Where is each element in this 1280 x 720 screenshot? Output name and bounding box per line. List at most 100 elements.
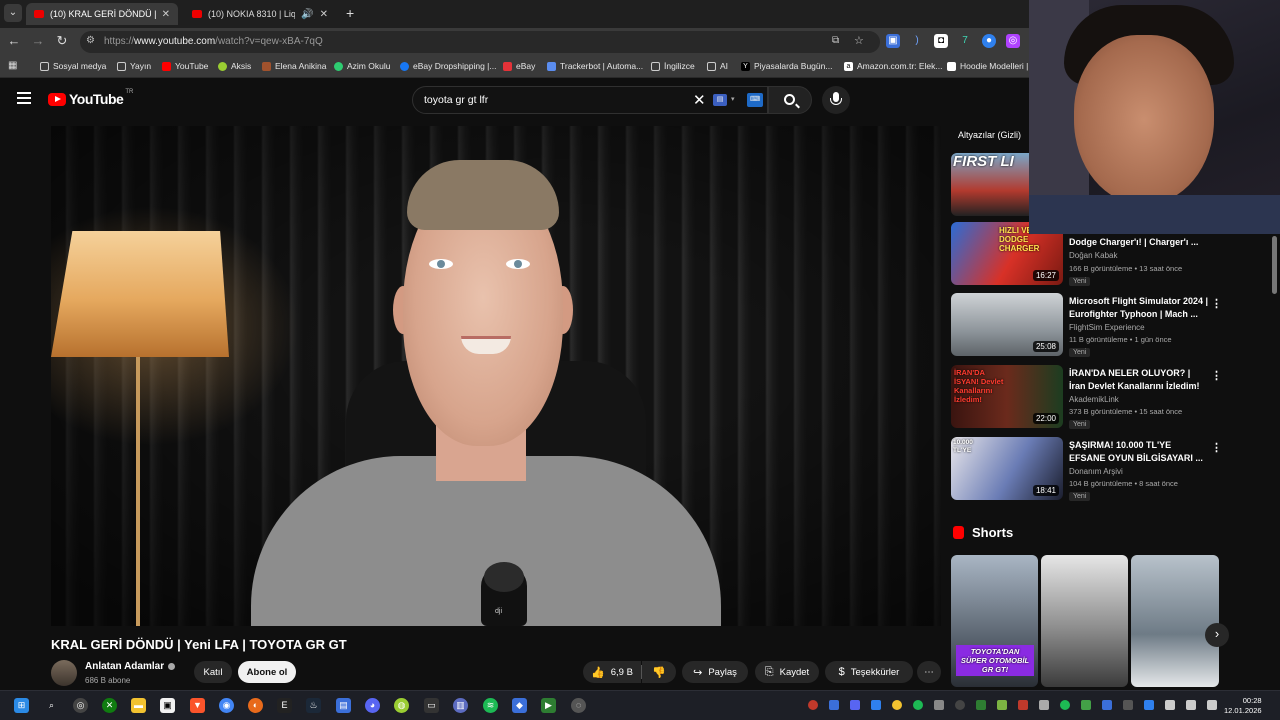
- tray-icon[interactable]: [850, 700, 860, 710]
- channel-name[interactable]: Donanım Arşivi: [1069, 467, 1123, 476]
- reload-button[interactable]: ↻: [53, 33, 71, 49]
- app-icon[interactable]: ▭: [424, 698, 439, 713]
- tray-icon[interactable]: [1018, 700, 1028, 710]
- video-title[interactable]: İRAN'DA NELER OLUYOR? | İran Devlet Kana…: [1069, 367, 1209, 392]
- battery-icon[interactable]: [1207, 700, 1217, 710]
- bookmark-item[interactable]: Aksis: [218, 61, 251, 71]
- video-title[interactable]: Microsoft Flight Simulator 2024 | Eurofi…: [1069, 295, 1209, 320]
- close-tab-icon[interactable]: ✕: [320, 9, 328, 20]
- bookmark-item[interactable]: Hoodie Modelleri |: [947, 61, 1028, 71]
- tray-icon[interactable]: [829, 700, 839, 710]
- video-title[interactable]: ŞAŞIRMA! 10.000 TL'YE EFSANE OYUN BİLGİS…: [1069, 439, 1209, 464]
- extension-icon[interactable]: ): [910, 34, 924, 48]
- spotify-icon[interactable]: ≋: [483, 698, 498, 713]
- app-icon[interactable]: ◐: [248, 698, 263, 713]
- tray-icon[interactable]: [934, 700, 944, 710]
- tray-icon[interactable]: [1102, 700, 1112, 710]
- more-vert-icon[interactable]: ⋮: [1211, 441, 1222, 454]
- tray-icon[interactable]: [997, 700, 1007, 710]
- extension-icon[interactable]: ●: [982, 34, 996, 48]
- search-button[interactable]: [768, 86, 812, 114]
- video-player[interactable]: dji: [51, 126, 941, 626]
- search-input[interactable]: toyota gr gt lfr ✕ ▤ ▾ ⌨: [412, 86, 768, 114]
- address-bar[interactable]: ⚙ https://www.youtube.com/watch?v=qew-xB…: [80, 31, 880, 53]
- bookmark-item[interactable]: Elena Anikina: [262, 61, 327, 71]
- steam-icon[interactable]: ♨: [306, 698, 321, 713]
- tray-icon[interactable]: [955, 700, 965, 710]
- video-thumbnail[interactable]: 25:08: [951, 293, 1063, 356]
- extension-icon[interactable]: ◎: [1006, 34, 1020, 48]
- more-vert-icon[interactable]: ⋮: [1211, 297, 1222, 310]
- extension-icon[interactable]: ▣: [886, 34, 900, 48]
- bookmark-star-icon[interactable]: ☆: [854, 34, 864, 47]
- channel-name[interactable]: Doğan Kabak: [1069, 251, 1117, 260]
- video-thumbnail[interactable]: İRAN'DA İSYAN! Devlet Kanallarını İzledi…: [951, 365, 1063, 428]
- tray-icon[interactable]: [1123, 700, 1133, 710]
- tray-icon[interactable]: [1081, 700, 1091, 710]
- tray-icon[interactable]: [1060, 700, 1070, 710]
- bookmark-item[interactable]: YouTube: [162, 61, 208, 71]
- tray-icon[interactable]: [1144, 700, 1154, 710]
- tray-icon[interactable]: [871, 700, 881, 710]
- bookmark-item[interactable]: Y Piyasalarda Bugün...: [741, 61, 832, 71]
- recommended-video[interactable]: 25:08 Microsoft Flight Simulator 2024 | …: [951, 293, 1241, 357]
- bookmark-item[interactable]: Sosyal medya: [40, 61, 106, 71]
- install-app-icon[interactable]: ⧉: [832, 35, 839, 46]
- app-icon[interactable]: ▶: [541, 698, 556, 713]
- short-item[interactable]: [1041, 555, 1128, 687]
- tray-icon[interactable]: [808, 700, 818, 710]
- brave-icon[interactable]: ▼: [190, 698, 205, 713]
- bookmark-item[interactable]: İngilizce: [651, 61, 695, 71]
- chevron-down-icon[interactable]: ▾: [731, 95, 735, 103]
- translate-icon[interactable]: ⌨: [747, 93, 763, 107]
- recommended-video[interactable]: 10.000 TL'YE 18:41 ŞAŞIRMA! 10.000 TL'YE…: [951, 437, 1241, 501]
- tray-icon[interactable]: [976, 700, 986, 710]
- tray-icon[interactable]: [913, 700, 923, 710]
- bookmark-item[interactable]: a Amazon.com.tr: Elek...: [844, 61, 943, 71]
- forward-button[interactable]: →: [29, 33, 47, 48]
- more-actions-button[interactable]: ⋯: [917, 661, 941, 683]
- epic-games-icon[interactable]: E: [277, 698, 292, 713]
- app-icon[interactable]: ◆: [512, 698, 527, 713]
- speaker-icon[interactable]: 🔊: [301, 9, 313, 20]
- app-icon[interactable]: ◍: [394, 698, 409, 713]
- clear-search-icon[interactable]: ✕: [693, 91, 706, 109]
- tray-icon[interactable]: [1039, 700, 1049, 710]
- new-tab-button[interactable]: +: [346, 5, 354, 21]
- browser-tab-active[interactable]: (10) KRAL GERİ DÖNDÜ | Yeni LFA | TOYOTA…: [26, 3, 178, 25]
- like-button[interactable]: 👍 6,9 B: [583, 661, 641, 683]
- tray-icon[interactable]: [892, 700, 902, 710]
- bookmark-item[interactable]: Yayın: [117, 61, 151, 71]
- apps-grid-icon[interactable]: ▦: [8, 61, 21, 71]
- menu-icon[interactable]: [17, 92, 31, 104]
- voice-search-button[interactable]: [822, 86, 850, 114]
- save-button[interactable]: ⎘ Kaydet: [755, 661, 819, 683]
- channel-name[interactable]: Anlatan Adamlar: [85, 661, 176, 672]
- app-icon[interactable]: ◌: [571, 698, 586, 713]
- back-button[interactable]: ←: [5, 33, 23, 48]
- keyboard-icon[interactable]: ▤: [713, 94, 727, 106]
- site-info-icon[interactable]: ⚙: [86, 35, 95, 46]
- xbox-icon[interactable]: ✕: [102, 698, 117, 713]
- bookmark-item[interactable]: eBay Dropshipping |...: [400, 61, 496, 71]
- short-item[interactable]: TOYOTA'DAN SÜPER OTOMOBİL GR GT!: [951, 555, 1038, 687]
- video-thumbnail[interactable]: 10.000 TL'YE 18:41: [951, 437, 1063, 500]
- bookmark-item[interactable]: Azim Okulu: [334, 61, 390, 71]
- file-explorer-icon[interactable]: ▬: [131, 698, 146, 713]
- next-arrow-icon[interactable]: ›: [1205, 623, 1229, 647]
- tab-search-button[interactable]: ⌄: [4, 4, 22, 22]
- system-clock[interactable]: 00:28 12.01.2026: [1224, 696, 1262, 716]
- discord-icon[interactable]: ◕: [365, 698, 380, 713]
- subscribe-button[interactable]: Abone ol: [238, 661, 296, 683]
- store-icon[interactable]: ▣: [160, 698, 175, 713]
- bookmark-item[interactable]: AI: [707, 61, 728, 71]
- browser-tab[interactable]: (10) NOKIA 8310 | Liquid Dabi 🔊 ✕: [184, 3, 336, 25]
- extension-icon[interactable]: 7: [958, 34, 972, 48]
- share-button[interactable]: ↪ Paylaş: [682, 661, 748, 683]
- join-button[interactable]: Katıl: [194, 661, 232, 683]
- dislike-button[interactable]: 👎: [642, 661, 676, 683]
- youtube-logo[interactable]: YouTube TR: [48, 89, 133, 107]
- extension-icon[interactable]: ◘: [934, 34, 948, 48]
- windows-start-icon[interactable]: ⊞: [14, 698, 29, 713]
- video-title[interactable]: Dodge Charger'ı! | Charger'ı ...: [1069, 236, 1209, 249]
